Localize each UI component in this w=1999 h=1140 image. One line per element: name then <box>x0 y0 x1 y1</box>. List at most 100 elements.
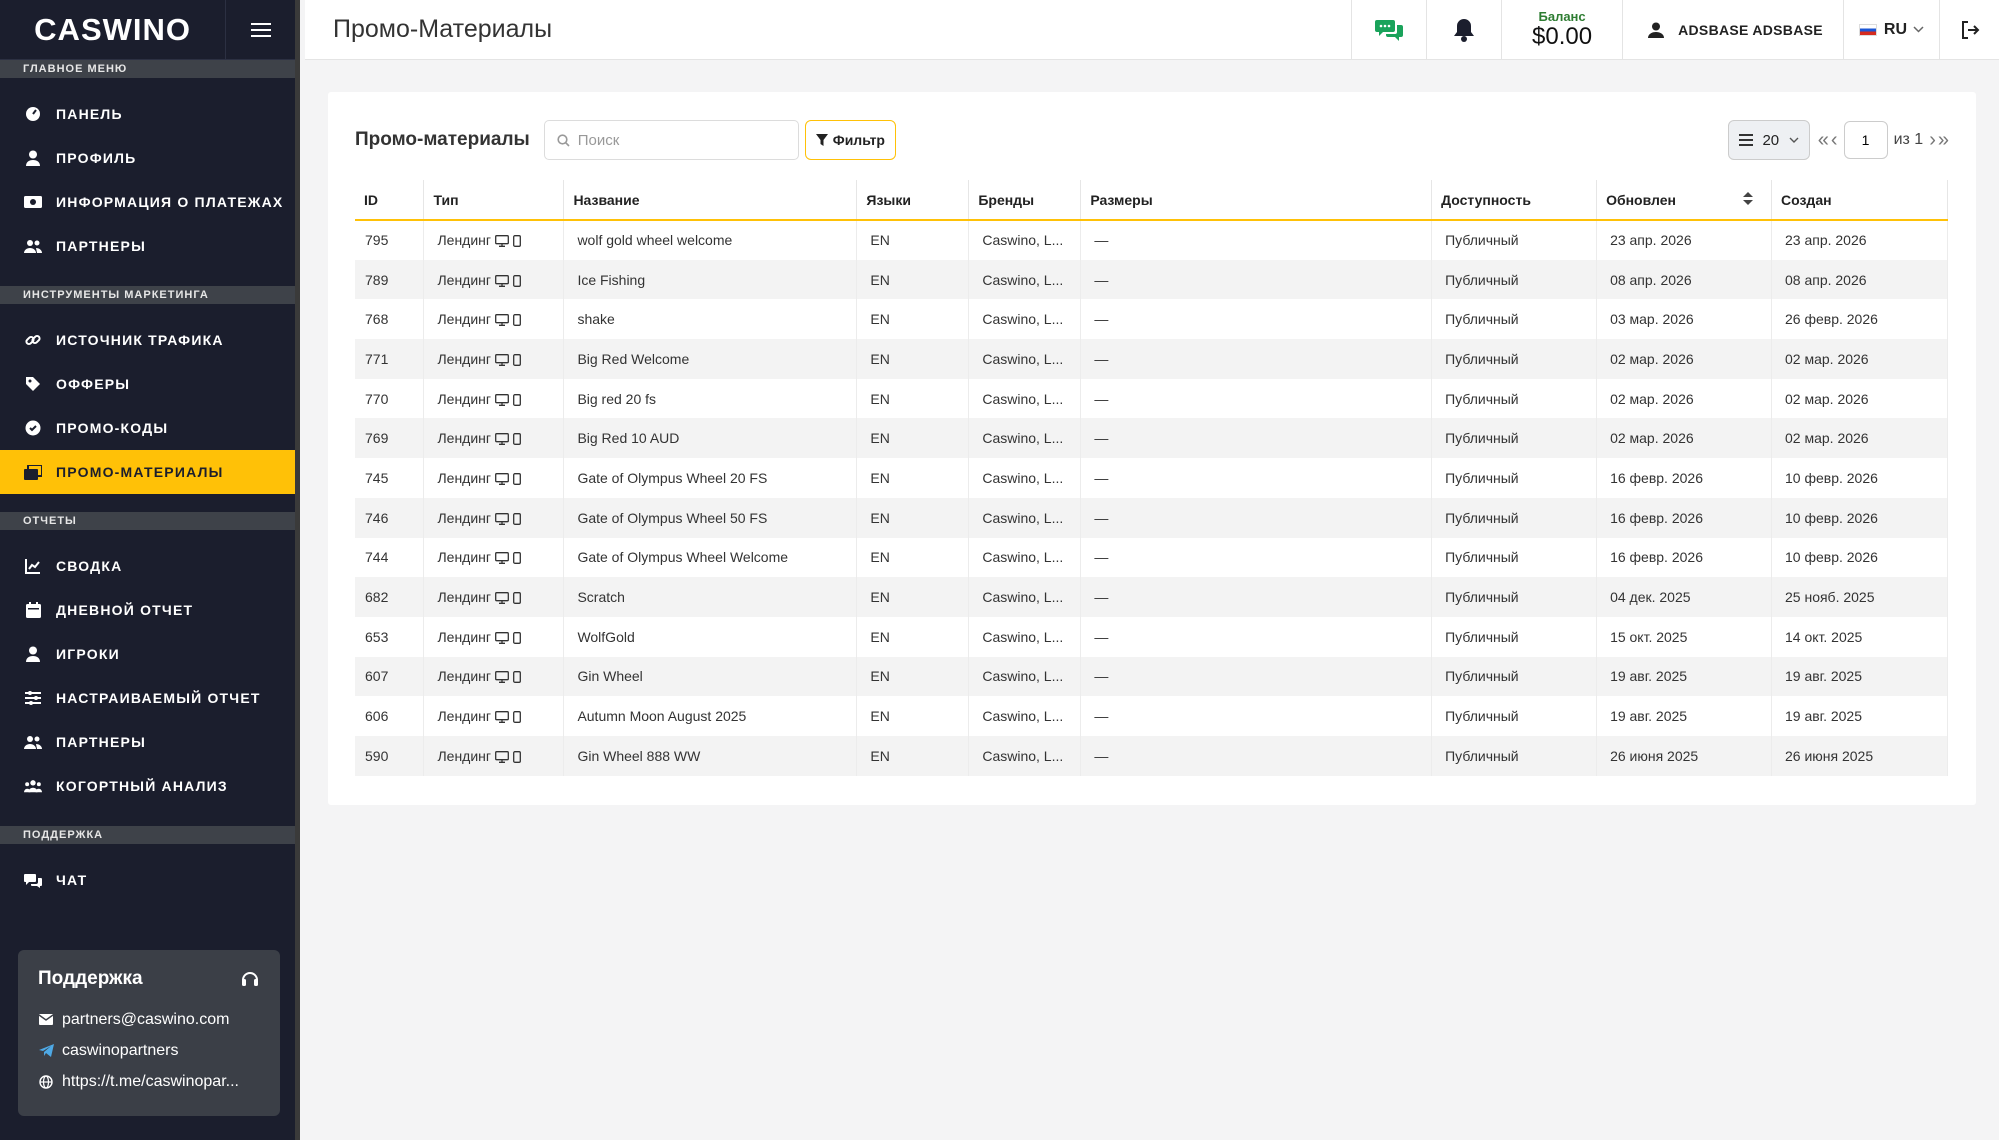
column-header[interactable]: Обновлен <box>1596 180 1772 221</box>
cell-text: Caswino, L... <box>982 390 1064 407</box>
cell-lang: EN <box>856 418 970 459</box>
table-row[interactable]: 795 Лендинг wolf gold wheel welcome EN Caswi… <box>355 220 1948 260</box>
logo[interactable]: CASWINO <box>0 0 227 60</box>
support-telegram-text: caswinopartners <box>62 1041 179 1059</box>
mobile-icon <box>513 393 521 406</box>
cell-name[interactable]: Big Red Welcome <box>563 339 858 379</box>
sidebar-item-3[interactable]: НАСТРАИВАЕМЫЙ ОТЧЕТ <box>0 676 295 720</box>
search-input[interactable] <box>577 131 778 149</box>
cell-lang: EN <box>856 735 970 776</box>
cell-size: — <box>1080 656 1433 697</box>
user-icon <box>24 645 42 663</box>
logout-button[interactable] <box>1939 0 1999 60</box>
cell-text: Публичный <box>1445 390 1519 407</box>
table-row[interactable]: 682 Лендинг Scratch EN Caswino, L... — Публичн… <box>355 577 1948 617</box>
calendar-icon <box>24 601 42 619</box>
cell-brand: Caswino, L... <box>968 378 1082 419</box>
sidebar-item-5[interactable]: КОГОРТНЫЙ АНАЛИЗ <box>0 764 295 808</box>
language-selector[interactable]: RU <box>1842 0 1939 60</box>
cell-name[interactable]: Gate of Olympus Wheel 50 FS <box>563 497 858 538</box>
cell-text: EN <box>870 628 890 645</box>
sidebar-item-2[interactable]: ПРОМО-КОДЫ <box>0 406 295 450</box>
cell-name[interactable]: Gin Wheel 888 WW <box>563 735 858 776</box>
sidebar-item-2[interactable]: ИНФОРМАЦИЯ О ПЛАТЕЖАХ <box>0 180 295 224</box>
cell-text: Gate of Olympus Wheel 20 FS <box>577 469 768 486</box>
cell-name[interactable]: Autumn Moon August 2025 <box>563 696 858 736</box>
sidebar-item-0[interactable]: СВОДКА <box>0 544 295 588</box>
cell-name[interactable]: Gin Wheel <box>563 656 858 697</box>
link-icon <box>24 331 42 349</box>
cell-text: Caswino, L... <box>982 549 1064 566</box>
desktop-icon <box>495 473 509 485</box>
support-url[interactable]: https://t.me/caswinopar... <box>38 1066 260 1097</box>
mobile-icon <box>513 512 521 525</box>
cell-name[interactable]: WolfGold <box>563 616 858 657</box>
sidebar-item-4[interactable]: ПАРТНЕРЫ <box>0 720 295 764</box>
sort-icon[interactable] <box>1743 191 1753 208</box>
sidebar-item-0[interactable]: ИСТОЧНИК ТРАФИКА <box>0 318 295 362</box>
table-row[interactable]: 789 Лендинг Ice Fishing EN Caswino, L... — Пуб… <box>355 259 1948 300</box>
column-header-label: Создан <box>1781 191 1832 208</box>
cell-created: 10 февр. 2026 <box>1771 497 1948 538</box>
cell-name[interactable]: Big Red 10 AUD <box>563 418 858 459</box>
first-page-icon[interactable]: « <box>1818 129 1829 152</box>
list-icon <box>1738 134 1753 146</box>
cell-name[interactable]: shake <box>563 299 858 340</box>
page-number-input[interactable] <box>1843 121 1888 159</box>
table-row[interactable]: 606 Лендинг Autumn Moon August 2025 EN Caswi… <box>355 696 1948 736</box>
sidebar-item-2[interactable]: ИГРОКИ <box>0 632 295 676</box>
mobile-icon <box>513 235 521 248</box>
support-email[interactable]: partners@caswino.com <box>38 1004 260 1035</box>
notifications-button[interactable] <box>1426 0 1501 60</box>
cell-text: — <box>1094 628 1109 645</box>
prev-page-icon[interactable]: ‹ <box>1831 129 1838 152</box>
table-row[interactable]: 768 Лендинг shake EN Caswino, L... — Публичный… <box>355 299 1948 340</box>
chat-button[interactable] <box>1351 0 1426 60</box>
last-page-icon[interactable]: » <box>1938 129 1949 152</box>
chart-icon <box>24 557 42 575</box>
sidebar-item-3[interactable]: ПАРТНЕРЫ <box>0 224 295 268</box>
card-title: Промо-материалы <box>355 129 530 150</box>
filter-button[interactable]: Фильтр <box>804 120 896 160</box>
sidebar-item-3[interactable]: ПРОМО-МАТЕРИАЛЫ <box>0 450 295 494</box>
table-row[interactable]: 769 Лендинг Big Red 10 AUD EN Caswino, L... —… <box>355 418 1948 459</box>
sidebar-item-1[interactable]: ПРОФИЛЬ <box>0 136 295 180</box>
support-telegram[interactable]: caswinopartners <box>38 1035 260 1066</box>
cell-name[interactable]: Scratch <box>563 577 858 617</box>
cell-text: Лендинг <box>437 708 492 725</box>
search-box[interactable] <box>543 120 799 160</box>
table-row[interactable]: 746 Лендинг Gate of Olympus Wheel 50 FS EN C… <box>355 497 1948 538</box>
next-page-icon[interactable]: › <box>1929 129 1936 152</box>
table-row[interactable]: 653 Лендинг WolfGold EN Caswino, L... — Публич… <box>355 616 1948 657</box>
sidebar-item-label: ИГРОКИ <box>56 646 120 662</box>
user-menu[interactable]: ADSBASE ADSBASE <box>1622 0 1843 60</box>
cell-text: Big Red 10 AUD <box>577 430 680 447</box>
sidebar-item-0[interactable]: ПАНЕЛЬ <box>0 92 295 136</box>
cell-name[interactable]: Ice Fishing <box>563 259 858 300</box>
menu-toggle-button[interactable] <box>226 0 295 60</box>
cell-name[interactable]: Gate of Olympus Wheel 20 FS <box>563 458 858 498</box>
cell-size: — <box>1080 378 1433 419</box>
sidebar-item-1[interactable]: ОФФЕРЫ <box>0 362 295 406</box>
cell-updated: 03 мар. 2026 <box>1596 299 1772 340</box>
cell-id: 590 <box>355 735 425 776</box>
cell-name[interactable]: Big red 20 fs <box>563 378 858 419</box>
sidebar-item-0[interactable]: ЧАТ <box>0 858 295 902</box>
cell-type: Лендинг <box>423 616 565 657</box>
per-page-select[interactable]: 20 <box>1727 120 1810 160</box>
table-row[interactable]: 590 Лендинг Gin Wheel 888 WW EN Caswino, L..… <box>355 735 1948 776</box>
column-header: ID <box>355 180 425 221</box>
cell-text: Лендинг <box>437 509 492 526</box>
cell-name[interactable]: wolf gold wheel welcome <box>563 220 858 260</box>
table-row[interactable]: 744 Лендинг Gate of Olympus Wheel Welcome E… <box>355 537 1948 578</box>
table-row[interactable]: 770 Лендинг Big red 20 fs EN Caswino, L... — П… <box>355 378 1948 419</box>
table-row[interactable]: 745 Лендинг Gate of Olympus Wheel 20 FS EN C… <box>355 458 1948 498</box>
cell-brand: Caswino, L... <box>968 696 1082 736</box>
table-row[interactable]: 771 Лендинг Big Red Welcome EN Caswino, L...… <box>355 339 1948 379</box>
cell-name[interactable]: Gate of Olympus Wheel Welcome <box>563 537 858 578</box>
sidebar-item-1[interactable]: ДНЕВНОЙ ОТЧЕТ <box>0 588 295 632</box>
chat-icon <box>1375 19 1404 41</box>
cell-type: Лендинг <box>423 220 565 260</box>
users-icon <box>24 733 42 751</box>
table-row[interactable]: 607 Лендинг Gin Wheel EN Caswino, L... — Публи… <box>355 656 1948 697</box>
